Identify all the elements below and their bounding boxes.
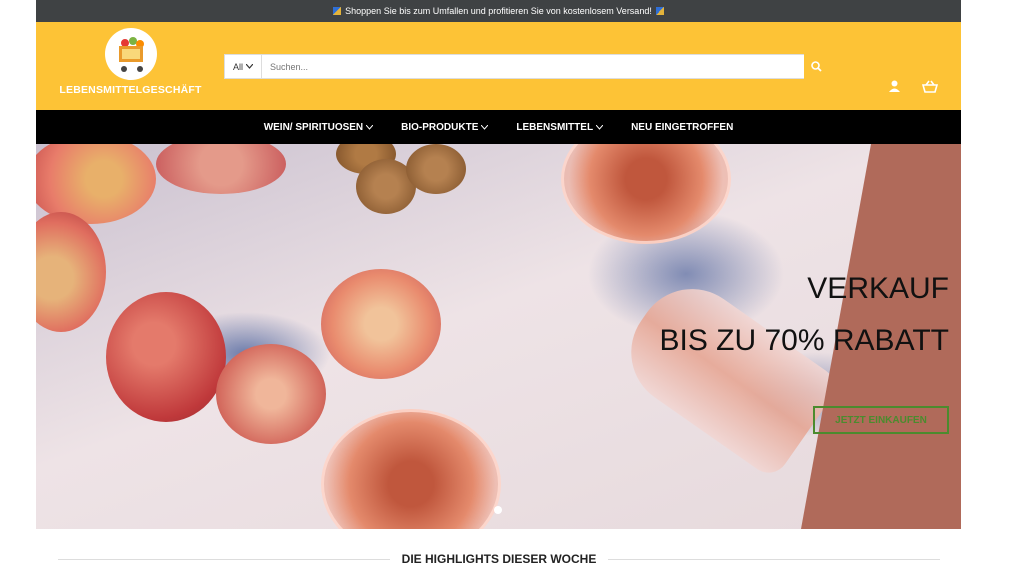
shop-now-button[interactable]: JETZT EINKAUFEN bbox=[813, 406, 949, 434]
chevron-down-icon bbox=[596, 124, 604, 130]
search-icon bbox=[810, 61, 822, 72]
site-header: LEBENSMITTELGESCHÄFT All bbox=[36, 22, 961, 110]
nav-item-wein[interactable]: WEIN/ SPIRITUOSEN bbox=[264, 122, 374, 133]
chevron-down-icon bbox=[366, 124, 374, 130]
nav-item-lebensmittel[interactable]: LEBENSMITTEL bbox=[516, 122, 604, 133]
promo-text: Shoppen Sie bis zum Umfallen und profiti… bbox=[345, 6, 652, 16]
peach-image bbox=[321, 269, 441, 379]
flag-icon bbox=[333, 7, 342, 15]
nav-item-bio[interactable]: BIO-PRODUKTE bbox=[401, 122, 489, 133]
divider bbox=[58, 558, 390, 560]
main-nav: WEIN/ SPIRITUOSEN BIO-PRODUKTE LEBENSMIT… bbox=[36, 110, 961, 144]
hero-title: VERKAUF bbox=[807, 272, 949, 305]
search-category-select[interactable]: All bbox=[224, 54, 262, 79]
hero-subtitle: BIS ZU 70% RABATT bbox=[659, 324, 949, 357]
chevron-down-icon bbox=[246, 64, 253, 69]
search-button[interactable] bbox=[804, 54, 828, 79]
section-heading: DIE HIGHLIGHTS DIESER WOCHE bbox=[58, 552, 940, 566]
page: Shoppen Sie bis zum Umfallen und profiti… bbox=[36, 0, 961, 529]
search-bar: All bbox=[224, 54, 821, 79]
nav-item-neu[interactable]: NEU EINGETROFFEN bbox=[631, 122, 733, 133]
flag-icon bbox=[655, 7, 664, 15]
slider-dot[interactable] bbox=[494, 506, 502, 514]
promo-bar: Shoppen Sie bis zum Umfallen und profiti… bbox=[36, 0, 961, 22]
logo[interactable]: LEBENSMITTELGESCHÄFT bbox=[58, 28, 203, 96]
divider bbox=[608, 558, 940, 560]
shopping-cart-logo-icon bbox=[104, 28, 157, 80]
logo-text: LEBENSMITTELGESCHÄFT bbox=[59, 84, 202, 96]
search-input[interactable] bbox=[262, 54, 821, 79]
basket-icon[interactable] bbox=[922, 80, 938, 93]
peach-image bbox=[106, 292, 226, 422]
peach-image bbox=[216, 344, 326, 444]
hero-banner: VERKAUF BIS ZU 70% RABATT JETZT EINKAUFE… bbox=[36, 144, 961, 529]
cookie-image bbox=[406, 144, 466, 194]
section-title: DIE HIGHLIGHTS DIESER WOCHE bbox=[401, 552, 597, 566]
user-icon[interactable] bbox=[888, 80, 901, 92]
chevron-down-icon bbox=[481, 124, 489, 130]
